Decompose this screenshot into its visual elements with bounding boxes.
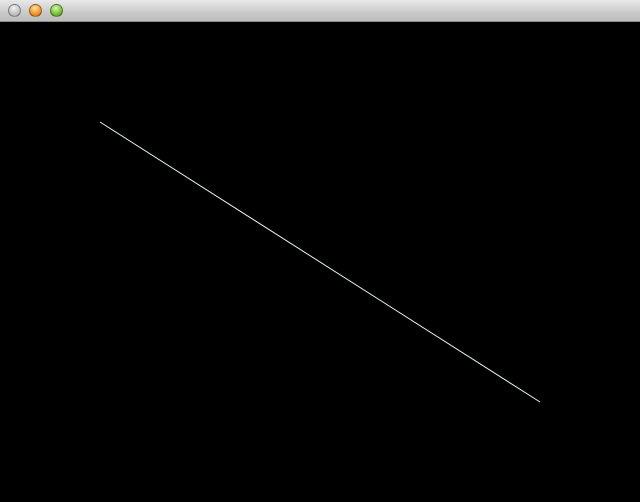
- minimize-button[interactable]: [29, 4, 42, 17]
- drawn-line: [99, 121, 541, 403]
- close-button[interactable]: [8, 4, 21, 17]
- canvas-svg: [99, 121, 541, 403]
- zoom-button[interactable]: [50, 4, 63, 17]
- app-window: [0, 0, 640, 502]
- drawing-canvas[interactable]: [0, 22, 640, 502]
- title-bar[interactable]: [0, 0, 640, 22]
